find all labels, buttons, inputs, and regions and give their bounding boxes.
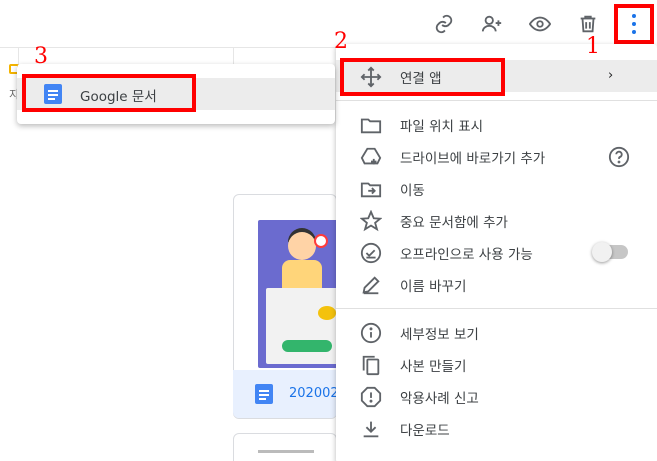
star-icon [359, 209, 383, 232]
eye-icon[interactable] [524, 8, 556, 40]
menu-item-label: 드라이브에 바로가기 추가 [400, 151, 546, 167]
file-thumbnail [258, 220, 346, 368]
more-options-button[interactable] [614, 4, 654, 44]
annotation-number-3: 3 [34, 44, 48, 69]
file-card[interactable] [233, 433, 337, 461]
menu-item-label: 이동 [400, 183, 425, 199]
folder-icon [360, 114, 382, 136]
menu-item-show-location[interactable]: 파일 위치 표시 [336, 108, 657, 140]
menu-item-view-details[interactable]: 세부정보 보기 [336, 316, 657, 348]
menu-item-label: 파일 위치 표시 [400, 119, 484, 135]
offline-toggle[interactable] [592, 242, 628, 262]
submenu-item-label: Google 문서 [80, 89, 157, 105]
link-icon[interactable] [428, 8, 460, 40]
chevron-right-icon: › [608, 68, 614, 83]
menu-item-label: 다운로드 [400, 423, 450, 439]
menu-item-rename[interactable]: 이름 바꾸기 [336, 268, 657, 300]
menu-item-label: 이름 바꾸기 [400, 279, 467, 295]
menu-item-label: 악용사례 신고 [400, 391, 479, 407]
drive-shortcut-icon [360, 146, 382, 168]
menu-item-label: 오프라인으로 사용 가능 [400, 247, 533, 263]
menu-item-move[interactable]: 이동 [336, 172, 657, 204]
more-vert-icon [630, 14, 638, 34]
open-with-submenu: Google 문서 [17, 64, 335, 124]
annotation-number-1: 1 [586, 34, 600, 59]
menu-item-label: 중요 문서함에 추가 [400, 215, 508, 231]
google-docs-icon [255, 384, 273, 404]
google-docs-icon [44, 84, 62, 104]
add-person-icon[interactable] [476, 8, 508, 40]
menu-divider [336, 308, 657, 309]
file-card-footer[interactable]: 2020021 [233, 370, 347, 418]
menu-item-label: 세부정보 보기 [400, 327, 479, 343]
copy-icon [360, 354, 382, 376]
context-menu: 연결 앱 › 파일 위치 표시 드라이브에 바로가기 추가 이동 중요 문서함에… [336, 44, 657, 461]
annotation-number-2: 2 [334, 29, 348, 54]
offline-check-icon [360, 242, 382, 264]
download-icon [360, 418, 382, 440]
submenu-item-google-docs[interactable]: Google 문서 [17, 78, 335, 110]
menu-item-add-shortcut[interactable]: 드라이브에 바로가기 추가 [336, 140, 657, 172]
menu-item-add-starred[interactable]: 중요 문서함에 추가 [336, 204, 657, 236]
menu-item-make-copy[interactable]: 사본 만들기 [336, 348, 657, 380]
menu-item-download[interactable]: 다운로드 [336, 412, 657, 444]
pencil-icon [360, 274, 382, 296]
menu-item-label: 사본 만들기 [400, 359, 467, 375]
top-toolbar [0, 0, 657, 48]
report-icon [360, 386, 382, 408]
help-icon[interactable] [608, 146, 630, 168]
info-icon [360, 322, 382, 344]
menu-item-label: 연결 앱 [400, 71, 442, 87]
menu-divider [336, 100, 657, 101]
menu-item-available-offline[interactable]: 오프라인으로 사용 가능 [336, 236, 657, 268]
move-to-folder-icon [360, 178, 382, 200]
menu-item-report-abuse[interactable]: 악용사례 신고 [336, 380, 657, 412]
move-arrows-icon [360, 66, 382, 88]
menu-item-open-with[interactable]: 연결 앱 › [336, 60, 657, 92]
